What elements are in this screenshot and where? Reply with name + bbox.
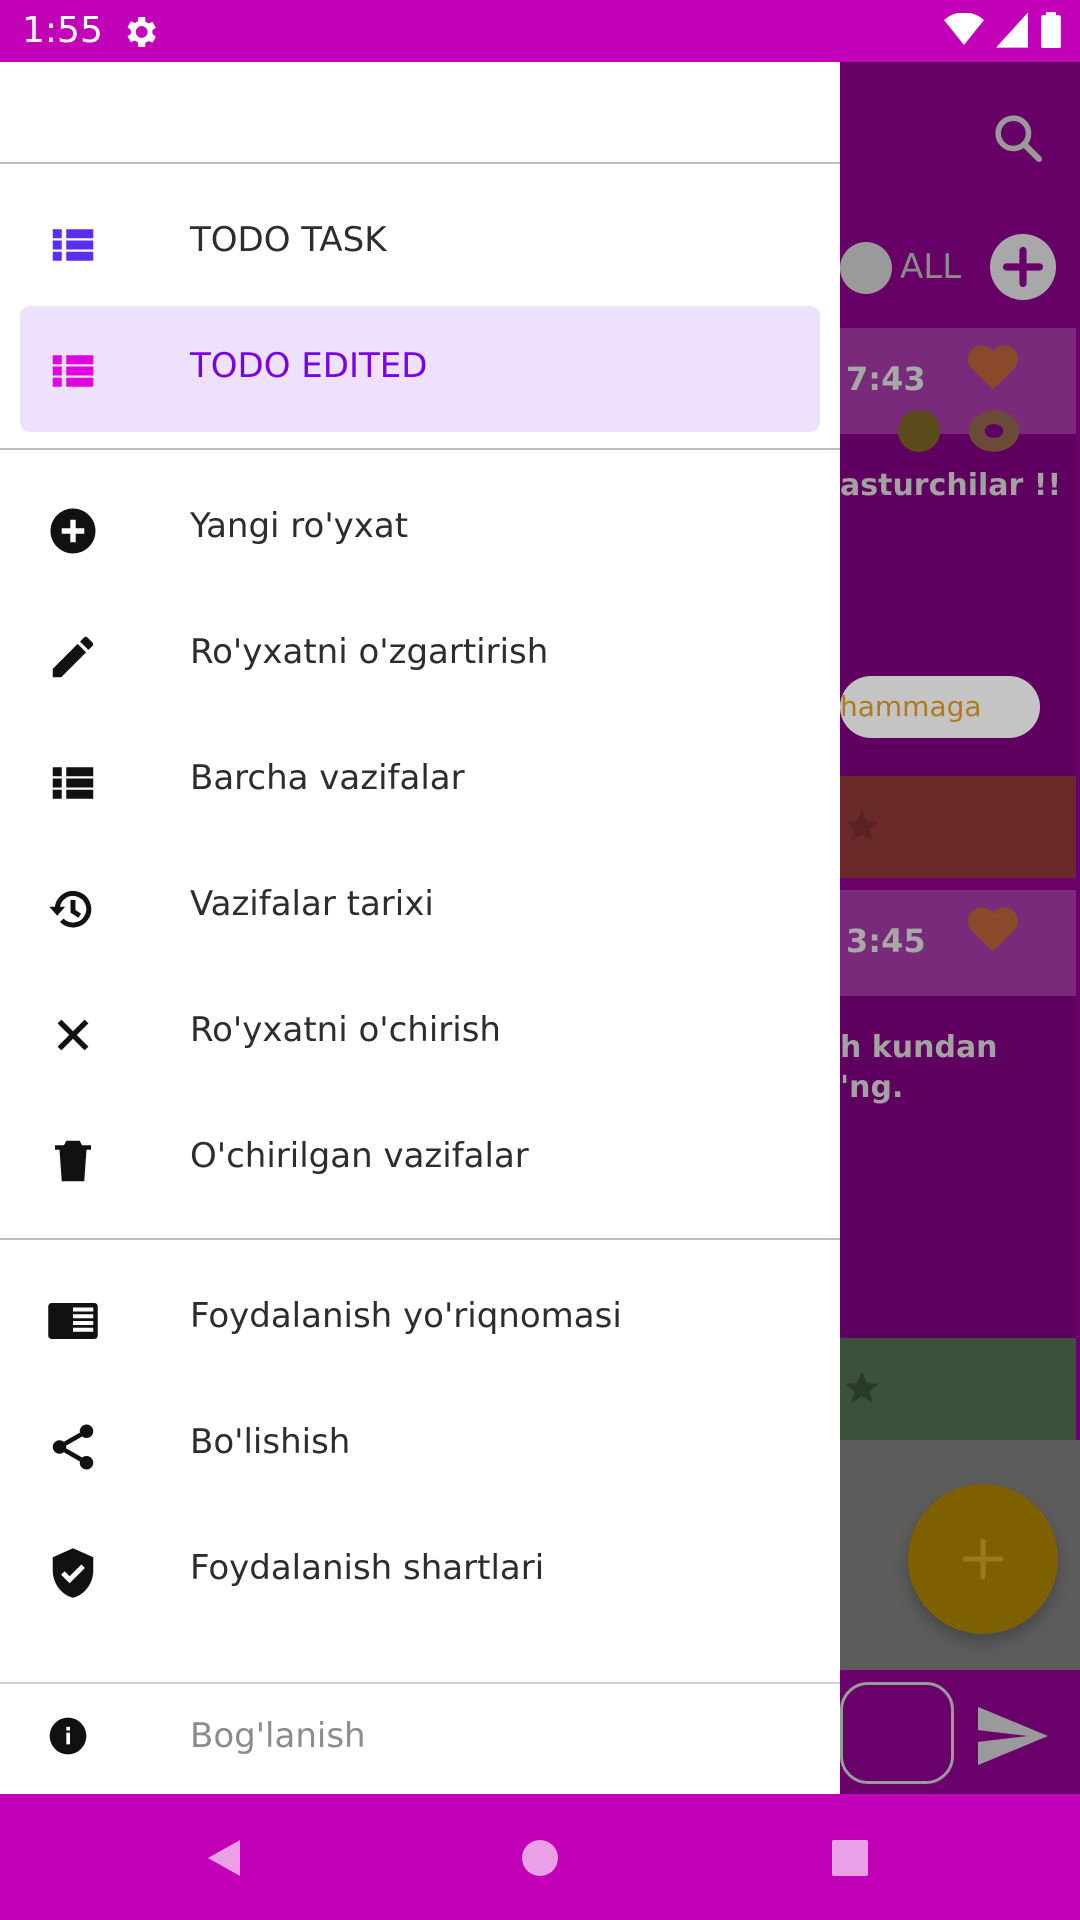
home-icon[interactable] — [516, 1834, 564, 1882]
drawer-item-task-history[interactable]: Vazifalar tarixi — [0, 844, 840, 970]
status-icons — [944, 12, 1062, 48]
task-text: h kundan 'ng. — [840, 1028, 998, 1108]
share-icon — [52, 1424, 94, 1470]
drawer-item-edit-list[interactable]: Ro'yxatni o'zgartirish — [0, 592, 840, 718]
drawer-item-todo-task[interactable]: TODO TASK — [0, 180, 840, 306]
cellular-signal-icon — [996, 12, 1028, 48]
plus-icon — [962, 1538, 1004, 1580]
task-time: 3:45 — [846, 922, 926, 960]
drawer-item-new-list[interactable]: Yangi ro'yxat — [0, 466, 840, 592]
manual-icon — [48, 1303, 98, 1339]
add-task-fab[interactable] — [908, 1484, 1058, 1634]
task-text-line: 'ng. — [840, 1070, 904, 1105]
heart-icon — [968, 345, 1018, 390]
pencil-icon — [52, 636, 94, 678]
system-navigation-bar — [0, 1794, 1080, 1920]
history-icon — [49, 891, 92, 928]
drawer-header — [0, 62, 840, 162]
task-card[interactable]: 3:45 h kundan 'ng. — [840, 890, 1076, 1338]
filter-all-label: ALL — [900, 247, 962, 287]
status-bar: 1:55 — [0, 0, 1080, 62]
navigation-drawer: TODO TASK TODO EDITED Yangi ro'yxat Ro'y… — [0, 62, 840, 1794]
task-status-row — [840, 776, 1076, 878]
add-filter-button[interactable] — [990, 234, 1056, 300]
close-icon — [57, 1019, 89, 1051]
drawer-item-delete-list[interactable]: Ro'yxatni o'chirish — [0, 970, 840, 1096]
battery-icon — [1041, 12, 1061, 48]
drawer-item-label: Yangi ro'yxat — [190, 506, 409, 546]
drawer-item-label: Bo'lishish — [190, 1422, 351, 1462]
list-icon — [52, 355, 94, 387]
status-time: 1:55 — [22, 10, 103, 51]
search-icon[interactable] — [990, 110, 1046, 166]
task-text: asturchilar !! — [840, 468, 1062, 503]
task-card-header: 3:45 — [840, 890, 1076, 996]
info-icon — [49, 1717, 87, 1755]
star-icon[interactable] — [842, 1368, 882, 1408]
send-icon[interactable] — [978, 1706, 1048, 1766]
shield-check-icon — [52, 1548, 94, 1598]
drawer-item-deleted-tasks[interactable]: O'chirilgan vazifalar — [0, 1096, 840, 1222]
drawer-item-label: TODO TASK — [190, 220, 387, 260]
drawer-item-label: Vazifalar tarixi — [190, 884, 434, 924]
wifi-icon — [944, 13, 984, 45]
list-icon — [52, 767, 94, 799]
task-status-row — [840, 1338, 1076, 1440]
list-icon — [52, 229, 94, 261]
drawer-item-all-tasks[interactable]: Barcha vazifalar — [0, 718, 840, 844]
drawer-item-label: Foydalanish shartlari — [190, 1548, 545, 1588]
chip-label: hammaga — [840, 690, 982, 723]
task-card-header: 7:43 — [840, 328, 1076, 434]
drawer-item-user-guide[interactable]: Foydalanish yo'riqnomasi — [0, 1256, 840, 1382]
drawer-item-share[interactable]: Bo'lishish — [0, 1382, 840, 1508]
star-icon[interactable] — [842, 806, 882, 846]
drawer-item-label: Barcha vazifalar — [190, 758, 465, 798]
donut-icon — [968, 410, 1020, 452]
drawer-item-label: Bog'lanish — [190, 1716, 366, 1756]
drawer-item-label: Ro'yxatni o'zgartirish — [190, 632, 549, 672]
drawer-item-label: Foydalanish yo'riqnomasi — [190, 1296, 622, 1336]
drawer-item-label: TODO EDITED — [190, 346, 428, 386]
heart-icon — [968, 907, 1018, 952]
quick-add-input[interactable] — [840, 1682, 954, 1784]
add-circle-icon — [50, 508, 96, 554]
trash-icon — [55, 1140, 91, 1182]
task-time: 7:43 — [846, 360, 926, 398]
drawer-item-label: Ro'yxatni o'chirish — [190, 1010, 501, 1050]
category-chip[interactable]: hammaga — [840, 676, 1040, 738]
emoji-icon — [897, 409, 941, 453]
recents-icon[interactable] — [826, 1834, 874, 1882]
filter-toggle[interactable] — [840, 242, 892, 294]
drawer-item-terms[interactable]: Foydalanish shartlari — [0, 1508, 840, 1634]
task-text-line: h kundan — [840, 1030, 998, 1065]
back-icon[interactable] — [200, 1834, 248, 1882]
drawer-item-label: O'chirilgan vazifalar — [190, 1136, 529, 1176]
settings-gear-icon — [127, 17, 156, 47]
drawer-item-contact[interactable]: Bog'lanish — [0, 1684, 840, 1794]
drawer-item-todo-edited[interactable]: TODO EDITED — [20, 306, 820, 432]
plus-icon — [1002, 246, 1044, 288]
